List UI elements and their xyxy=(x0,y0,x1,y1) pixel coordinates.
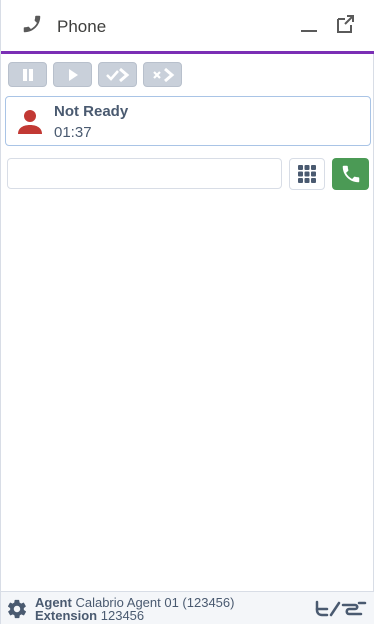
company-logo xyxy=(315,600,367,617)
blind-transfer-button[interactable] xyxy=(143,62,182,87)
check-arrow-icon xyxy=(105,67,129,82)
keypad-button[interactable] xyxy=(289,158,325,190)
agent-status-card[interactable]: Not Ready 01:37 xyxy=(5,96,371,146)
phone-icon xyxy=(342,165,359,183)
status-timer: 01:37 xyxy=(54,124,92,141)
extension-value: 123456 xyxy=(100,608,145,623)
pause-icon xyxy=(22,68,33,81)
panel-header: Phone xyxy=(1,0,374,54)
resume-button[interactable] xyxy=(53,62,92,87)
dial-number-input[interactable] xyxy=(7,158,282,189)
call-controls-toolbar xyxy=(1,57,374,93)
status-label: Not Ready xyxy=(54,103,129,120)
panel-title: Phone xyxy=(57,17,107,36)
extension-label: Extension xyxy=(35,608,98,623)
popout-icon[interactable] xyxy=(333,12,357,36)
gear-icon[interactable] xyxy=(6,598,28,620)
agent-footer: Agent Calabrio Agent 01 (123456) Extensi… xyxy=(1,591,374,624)
dialer-row xyxy=(1,156,374,192)
phone-icon xyxy=(23,15,41,33)
hold-button[interactable] xyxy=(8,62,47,87)
person-icon xyxy=(18,110,42,134)
softphone-panel: Phone Not Ready 01:37 Agent Calabrio Age… xyxy=(0,0,374,624)
x-arrow-icon xyxy=(152,67,174,82)
keypad-icon xyxy=(298,165,316,183)
play-icon xyxy=(68,68,78,81)
extension-info: Extension 123456 xyxy=(35,608,144,623)
minimize-icon[interactable] xyxy=(297,12,321,36)
call-button[interactable] xyxy=(332,158,369,190)
consult-transfer-button[interactable] xyxy=(98,62,137,87)
